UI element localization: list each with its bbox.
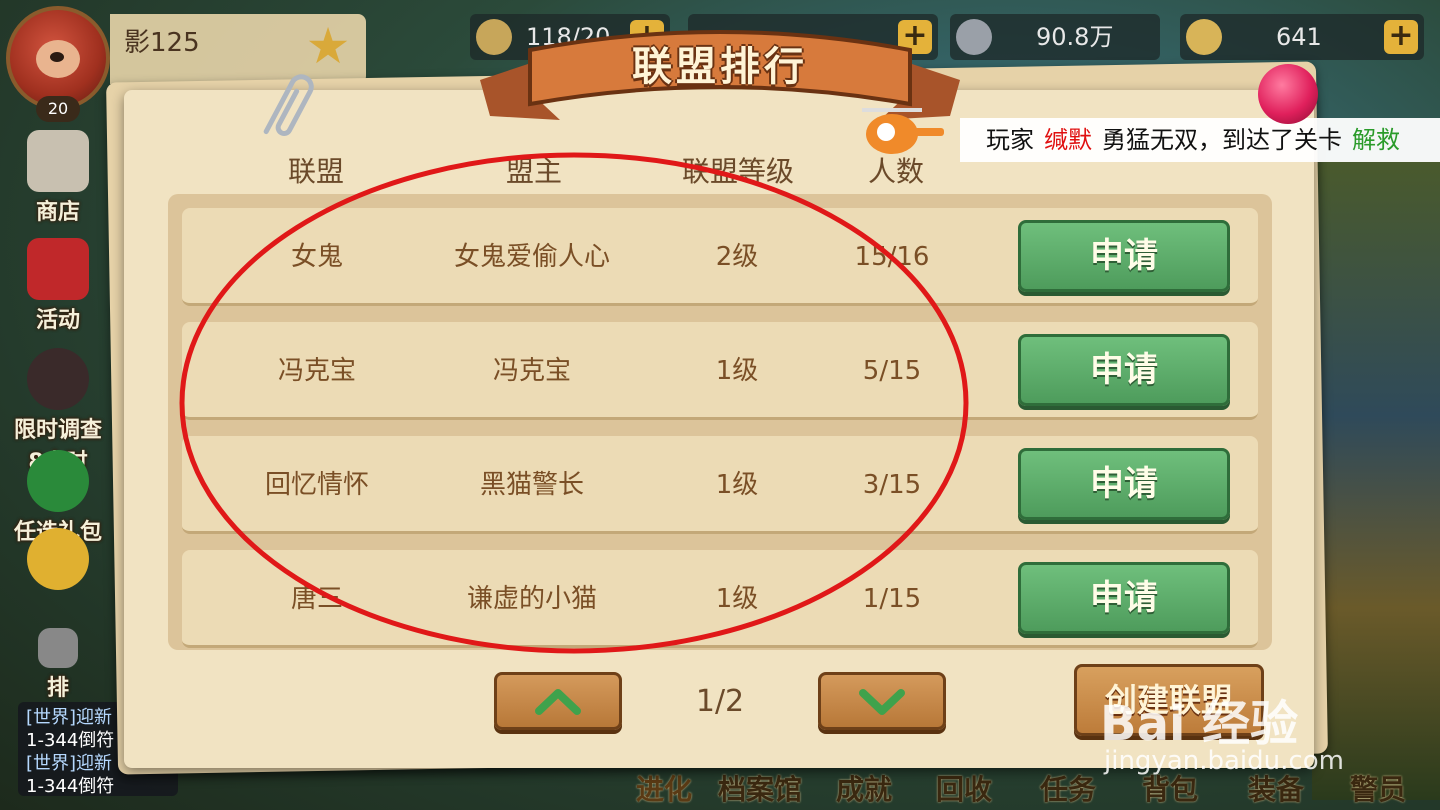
page-down-button[interactable]	[818, 672, 946, 730]
broadcast-ticker: 玩家 缄默 勇猛无双，到达了关卡 解救	[960, 118, 1440, 162]
alliance-level: 1级	[715, 584, 759, 614]
nav-archive[interactable]: 档案馆	[718, 768, 802, 808]
player-name-plate: 影125 ★	[110, 14, 366, 84]
nav-recycle[interactable]: 回收	[936, 768, 992, 808]
nav-backpack[interactable]: 背包	[1142, 768, 1198, 808]
column-header-level: 联盟等级	[682, 155, 795, 188]
gold-coin-icon	[1186, 19, 1222, 55]
nav-officers[interactable]: 警员	[1350, 768, 1406, 808]
ticker-message: 勇猛无双，到达了关卡	[1102, 126, 1342, 154]
ticker-prefix: 玩家	[986, 126, 1034, 154]
nav-equipment[interactable]: 装备	[1248, 768, 1304, 808]
alliance-row: 唐三 谦虚的小猫 1级 1/15 申请	[182, 550, 1258, 648]
page-up-button[interactable]	[494, 672, 622, 730]
ticker-suffix: 解救	[1352, 126, 1400, 154]
alliance-row: 冯克宝 冯克宝 1级 5/15 申请	[182, 322, 1258, 420]
police-dog-icon	[27, 348, 89, 410]
apply-button[interactable]: 申请	[1018, 562, 1230, 634]
helicopter-icon	[862, 108, 944, 154]
nav-evolve[interactable]: 进化	[636, 768, 692, 808]
sheriff-star-icon: ★	[305, 17, 351, 75]
apply-button[interactable]: 申请	[1018, 220, 1230, 292]
alliance-leader: 女鬼爱偷人心	[453, 242, 610, 272]
chevron-down-icon	[859, 689, 905, 715]
shop-icon	[27, 130, 89, 192]
column-header-leader: 盟主	[506, 155, 563, 188]
sidebar-item-bell[interactable]	[8, 528, 108, 592]
alliance-leader: 冯克宝	[492, 356, 571, 386]
alliance-row: 回忆情怀 黑猫警长 1级 3/15 申请	[182, 436, 1258, 534]
alliance-name: 冯克宝	[277, 356, 356, 386]
apply-button[interactable]: 申请	[1018, 334, 1230, 406]
gift-icon	[27, 450, 89, 512]
apply-button[interactable]: 申请	[1018, 448, 1230, 520]
bottom-nav: 进化 档案馆 成就 回收 任务 背包 装备 警员	[620, 764, 1440, 810]
silver-value: 90.8万	[1036, 23, 1114, 51]
bell-icon	[27, 528, 89, 590]
sidebar-item-shop[interactable]: 商店	[8, 130, 108, 226]
alliance-members: 1/15	[862, 584, 922, 614]
ruby-gem-icon[interactable]	[1258, 64, 1318, 124]
sidebar-item-rank[interactable]: 排	[8, 628, 108, 702]
radio-icon	[27, 238, 89, 300]
alliance-row: 女鬼 女鬼爱偷人心 2级 15/16 申请	[182, 208, 1258, 306]
nav-tasks[interactable]: 任务	[1040, 768, 1096, 808]
alliance-members: 15/16	[854, 242, 930, 272]
column-header-alliance: 联盟	[288, 155, 345, 188]
alliance-leader: 谦虚的小猫	[466, 584, 597, 614]
alliance-level: 1级	[715, 356, 759, 386]
gold-bar: 641 +	[1180, 14, 1424, 60]
nav-achievements[interactable]: 成就	[836, 768, 892, 808]
player-name: 影125	[124, 28, 200, 58]
page-indicator: 1/2	[695, 684, 745, 719]
sidebar-item-events[interactable]: 活动	[8, 238, 108, 334]
alliance-level: 2级	[715, 242, 759, 272]
alliance-members: 5/15	[862, 356, 922, 386]
background-scenery	[1312, 160, 1440, 800]
chevron-up-icon	[535, 689, 581, 715]
add-gold-button[interactable]: +	[1384, 20, 1418, 54]
gold-value: 641	[1276, 23, 1322, 51]
alliance-name: 回忆情怀	[264, 470, 369, 500]
trophy-icon	[38, 628, 78, 668]
alliance-members: 3/15	[862, 470, 922, 500]
alliance-name: 唐三	[290, 584, 343, 614]
alliance-level: 1级	[715, 470, 759, 500]
player-avatar[interactable]	[6, 6, 110, 110]
alliance-list[interactable]: 女鬼 女鬼爱偷人心 2级 15/16 申请 冯克宝 冯克宝 1级 5/15 申请…	[168, 194, 1272, 650]
player-level-badge: 20	[36, 96, 80, 122]
chat-line: 1-344倒符	[26, 776, 115, 797]
silver-bar: 90.8万	[950, 14, 1160, 60]
alliance-leader: 黑猫警长	[479, 470, 584, 500]
ticker-player: 缄默	[1044, 126, 1092, 154]
panel-title: 联盟排行	[632, 44, 808, 90]
alliance-name: 女鬼	[290, 242, 343, 272]
create-alliance-button[interactable]: 创建联盟	[1074, 664, 1264, 736]
